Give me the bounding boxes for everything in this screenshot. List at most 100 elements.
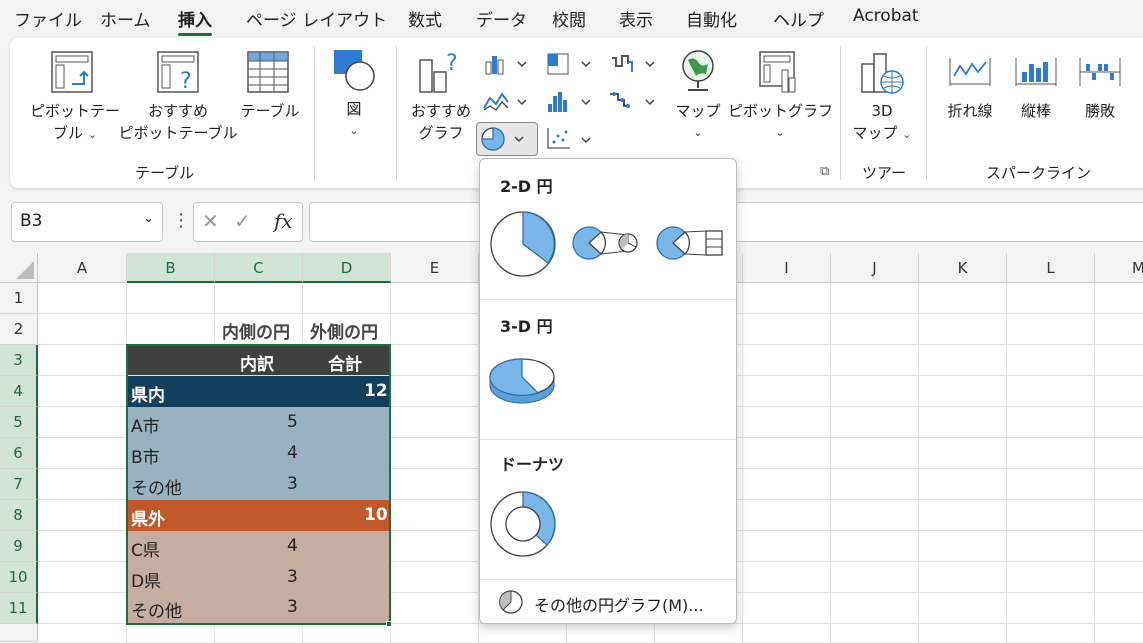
3d-map-icon[interactable] xyxy=(858,48,906,100)
shapes-button[interactable]: 図 ⌄ xyxy=(332,98,376,142)
cell-c7[interactable]: 3 xyxy=(287,474,298,494)
tab-data[interactable]: データ xyxy=(476,6,527,31)
column-header[interactable]: M xyxy=(1095,253,1143,283)
shapes-icon[interactable] xyxy=(330,46,380,100)
column-chart-button[interactable] xyxy=(482,52,532,80)
column-header[interactable]: D xyxy=(303,253,391,283)
row-header[interactable]: 8 xyxy=(0,500,38,531)
cell-b11[interactable]: その他 xyxy=(131,597,182,622)
cell-c5[interactable]: 5 xyxy=(287,412,298,432)
pie-of-pie-option[interactable] xyxy=(572,223,642,267)
sparkline-column-button[interactable]: 縦棒 xyxy=(1004,100,1068,122)
row-header[interactable] xyxy=(0,624,38,642)
cancel-icon[interactable]: ✕ xyxy=(202,209,219,233)
dialog-launcher-icon[interactable]: ⧉ xyxy=(820,164,829,179)
tab-acrobat[interactable]: Acrobat xyxy=(853,6,919,26)
more-options-icon[interactable]: ⋮ xyxy=(172,210,190,231)
row-header[interactable]: 4 xyxy=(0,376,38,407)
cell-d2[interactable]: 外側の円 xyxy=(310,318,378,343)
pivot-table-icon[interactable] xyxy=(50,50,94,98)
bar-of-pie-option[interactable] xyxy=(656,223,726,267)
pie-2d-option[interactable] xyxy=(488,209,558,283)
select-all-corner[interactable] xyxy=(0,253,38,283)
cell-b4[interactable]: 県内 xyxy=(131,381,165,406)
table-button[interactable]: テーブル xyxy=(232,100,308,122)
row-header[interactable]: 9 xyxy=(0,531,38,562)
cell-b9[interactable]: C県 xyxy=(131,536,160,561)
row-header[interactable]: 10 xyxy=(0,562,38,593)
scatter-chart-button[interactable] xyxy=(546,126,596,156)
sparkline-line-icon[interactable] xyxy=(948,54,992,94)
cell-c2[interactable]: 内側の円 xyxy=(222,318,290,343)
tab-automate[interactable]: 自動化 xyxy=(686,6,737,31)
column-header[interactable]: L xyxy=(1007,253,1095,283)
hierarchy-chart-button[interactable] xyxy=(546,52,596,80)
donut-option[interactable] xyxy=(488,489,558,563)
table-icon[interactable] xyxy=(246,50,290,98)
maps-button[interactable]: マップ ⌄ xyxy=(670,100,726,144)
3d-map-button[interactable]: 3D マップ ⌄ xyxy=(846,100,918,146)
insert-function-icon[interactable]: fx xyxy=(274,209,293,233)
cell-b7[interactable]: その他 xyxy=(131,474,182,499)
row-header[interactable]: 2 xyxy=(0,314,38,345)
tab-page-layout[interactable]: ページ レイアウト xyxy=(246,6,387,31)
recommended-charts-icon[interactable]: ? xyxy=(414,48,464,98)
cell-b6[interactable]: B市 xyxy=(131,443,160,468)
waterfall-chart-button[interactable] xyxy=(608,52,660,80)
row-header[interactable]: 6 xyxy=(0,438,38,469)
chevron-down-icon[interactable]: ⌄ xyxy=(143,211,154,226)
cell-c10[interactable]: 3 xyxy=(287,567,298,587)
tab-view[interactable]: 表示 xyxy=(619,6,653,31)
row-header[interactable]: 11 xyxy=(0,593,38,624)
tab-help[interactable]: ヘルプ xyxy=(773,6,824,31)
pivot-chart-button[interactable]: ピボットグラフ ⌄ xyxy=(728,100,833,144)
cell-b5[interactable]: A市 xyxy=(131,412,160,437)
row-header[interactable]: 3 xyxy=(0,345,38,376)
fill-handle[interactable] xyxy=(386,621,392,627)
cell-c11[interactable]: 3 xyxy=(287,597,298,617)
tab-formulas[interactable]: 数式 xyxy=(408,6,442,31)
row-header[interactable]: 7 xyxy=(0,469,38,500)
column-header[interactable]: I xyxy=(743,253,831,283)
pivot-table-button[interactable]: ピボットテー ブル ⌄ xyxy=(30,100,120,146)
cell-b10[interactable]: D県 xyxy=(131,567,161,592)
pivot-chart-icon[interactable] xyxy=(758,50,802,98)
tab-insert[interactable]: 挿入 xyxy=(178,6,212,36)
ribbon-separator xyxy=(396,46,397,180)
recommended-pivot-button[interactable]: おすすめ ピボットテーブル xyxy=(118,100,238,144)
cell-b8[interactable]: 県外 xyxy=(131,505,165,530)
tab-file[interactable]: ファイル xyxy=(14,6,82,31)
column-header[interactable]: J xyxy=(831,253,919,283)
more-pie-charts-item[interactable]: その他の円グラフ(M)... xyxy=(534,592,704,616)
sparkline-winloss-icon[interactable] xyxy=(1078,54,1122,94)
cell-c3[interactable]: 内訳 xyxy=(240,350,274,375)
stats-chart-button[interactable] xyxy=(546,90,596,118)
name-box[interactable]: B3 ⌄ xyxy=(11,202,163,242)
row-header[interactable]: 1 xyxy=(0,283,38,314)
sparkline-column-icon[interactable] xyxy=(1014,54,1058,94)
enter-icon[interactable]: ✓ xyxy=(234,209,251,233)
tab-home[interactable]: ホーム xyxy=(100,6,151,31)
sparkline-line-button[interactable]: 折れ線 xyxy=(936,100,1004,122)
cell-d8[interactable]: 10 xyxy=(364,505,388,525)
column-header[interactable]: A xyxy=(38,253,127,283)
cell-d4[interactable]: 12 xyxy=(364,381,388,401)
cell-d3[interactable]: 合計 xyxy=(328,350,362,375)
pie-chart-button[interactable] xyxy=(476,122,538,156)
column-header[interactable]: K xyxy=(919,253,1007,283)
row-header[interactable]: 5 xyxy=(0,407,38,438)
cell-c9[interactable]: 4 xyxy=(287,536,298,556)
line-chart-button[interactable] xyxy=(482,90,532,118)
column-header[interactable]: B xyxy=(127,253,215,283)
recommended-charts-button[interactable]: おすすめ グラフ xyxy=(404,100,478,144)
recommended-pivot-icon[interactable]: ? xyxy=(156,50,200,98)
column-header[interactable]: E xyxy=(391,253,479,283)
cell-c6[interactable]: 4 xyxy=(287,443,298,463)
globe-icon[interactable] xyxy=(678,48,718,98)
combo-chart-button[interactable] xyxy=(608,90,660,118)
tab-review[interactable]: 校閲 xyxy=(552,6,586,31)
group-label-sparklines: スパークライン xyxy=(986,164,1092,182)
column-header[interactable]: C xyxy=(215,253,303,283)
sparkline-winloss-button[interactable]: 勝敗 xyxy=(1068,100,1132,122)
pie-3d-option[interactable] xyxy=(488,355,560,413)
